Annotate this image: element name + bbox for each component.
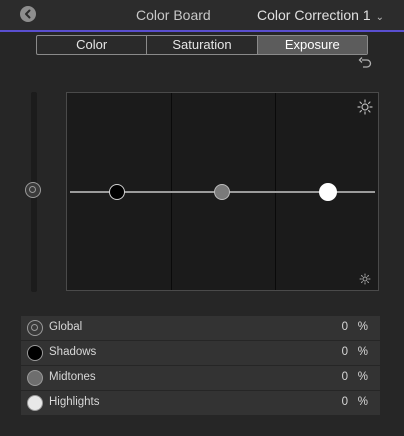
midtones-value[interactable]: 0 <box>342 371 348 383</box>
param-row-midtones: Midtones 0 % <box>21 366 380 390</box>
midtones-swatch-icon[interactable] <box>27 370 43 386</box>
correction-selector[interactable]: Color Correction 1 ⌄ <box>257 7 384 23</box>
global-swatch-icon[interactable] <box>27 320 43 336</box>
param-label: Midtones <box>49 371 96 383</box>
sun-small-icon <box>359 273 371 285</box>
tab-exposure[interactable]: Exposure <box>256 36 367 54</box>
panel-title: Color Board <box>136 7 211 23</box>
param-unit: % <box>357 321 368 333</box>
sun-icon <box>357 99 373 115</box>
header-bar: Color Board Color Correction 1 ⌄ <box>0 0 404 32</box>
param-unit: % <box>357 346 368 358</box>
param-label: Highlights <box>49 396 100 408</box>
correction-label: Color Correction 1 <box>257 7 371 23</box>
shadows-puck[interactable] <box>109 184 125 200</box>
param-row-global: Global 0 % <box>21 316 380 340</box>
param-row-highlights: Highlights 0 % <box>21 391 380 415</box>
highlights-puck[interactable] <box>319 183 337 201</box>
global-value[interactable]: 0 <box>342 321 348 333</box>
back-arrow-icon <box>25 9 31 19</box>
exposure-board[interactable] <box>66 92 379 291</box>
parameter-list: Global 0 % Shadows 0 % Midtones 0 % High… <box>21 316 380 416</box>
param-unit: % <box>357 396 368 408</box>
highlights-swatch-icon[interactable] <box>27 395 43 411</box>
tab-saturation[interactable]: Saturation <box>146 36 256 54</box>
param-label: Global <box>49 321 83 333</box>
chevron-down-icon: ⌄ <box>375 12 384 23</box>
tab-color[interactable]: Color <box>37 36 146 54</box>
shadows-value[interactable]: 0 <box>342 346 348 358</box>
highlights-value[interactable]: 0 <box>342 396 348 408</box>
shadows-swatch-icon[interactable] <box>27 345 43 361</box>
master-slider-knob[interactable] <box>25 182 41 198</box>
tab-bar: Color Saturation Exposure <box>36 35 368 55</box>
param-label: Shadows <box>49 346 97 358</box>
midtones-puck[interactable] <box>214 184 230 200</box>
param-unit: % <box>357 371 368 383</box>
reset-icon[interactable] <box>358 57 372 69</box>
back-button[interactable] <box>20 6 36 22</box>
param-row-shadows: Shadows 0 % <box>21 341 380 365</box>
